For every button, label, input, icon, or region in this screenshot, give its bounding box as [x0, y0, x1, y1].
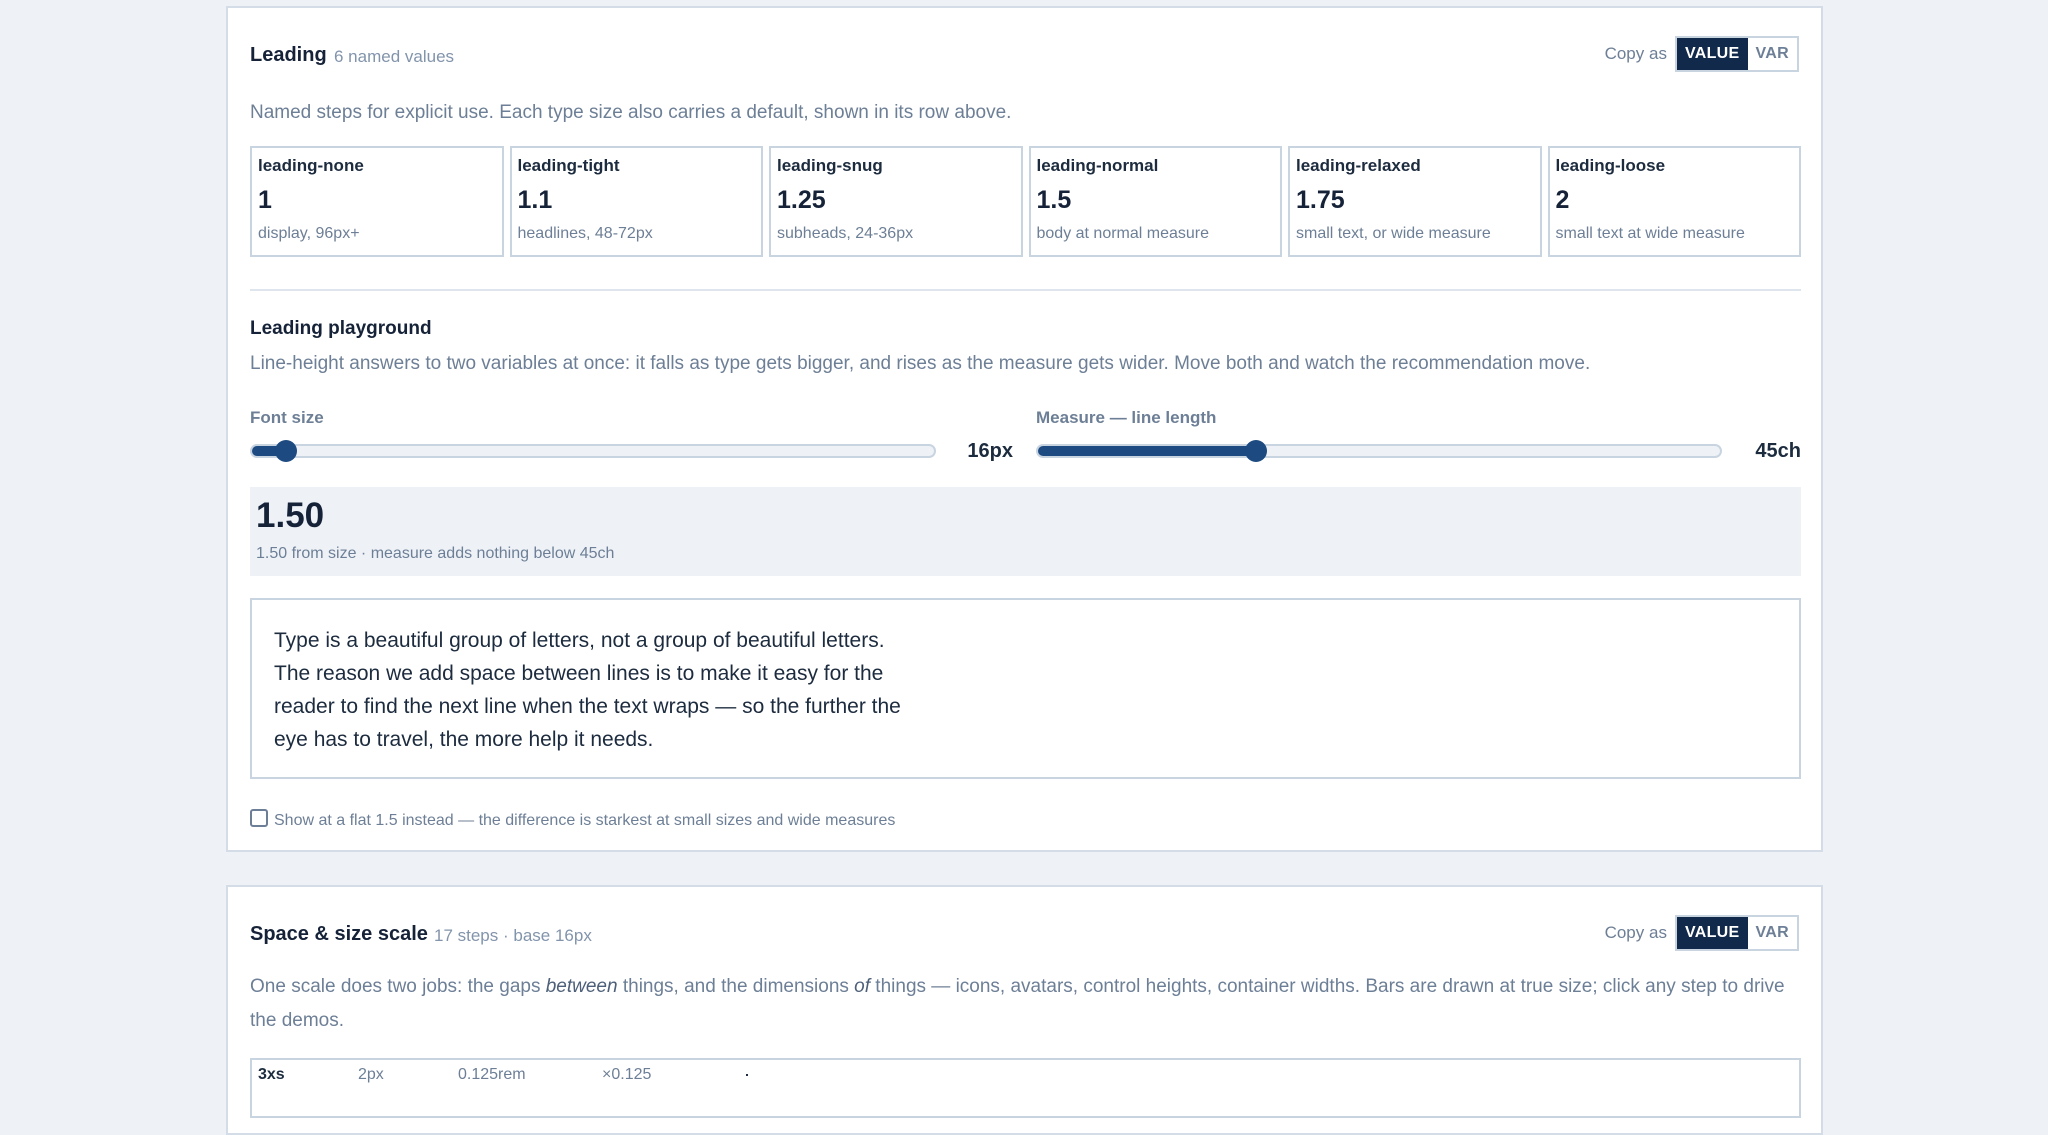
space-scale-panel: Space & size scale 17 steps · base 16px … [226, 885, 1823, 1135]
copy-as-label: Copy as [1604, 923, 1667, 942]
font-size-label: Font size [250, 408, 324, 427]
copy-value-button[interactable]: VALUE [1676, 917, 1748, 949]
playground-description: Line-height answers to two variables at … [250, 353, 1591, 374]
scale-step-bar [746, 1074, 748, 1076]
copy-as-control: Copy as VALUE VAR [1605, 36, 1799, 72]
space-description: One scale does two jobs: the gaps betwee… [250, 970, 1799, 1038]
measure-label: Measure — line length [1036, 408, 1217, 427]
copy-as-control: Copy as VALUE VAR [1605, 915, 1799, 951]
font-size-control: Font size 16px [250, 408, 1013, 468]
copy-value-button[interactable]: VALUE [1676, 38, 1748, 70]
leading-card-name: leading-loose [1555, 156, 1666, 175]
leading-title: Leading [250, 44, 327, 66]
copy-as-label: Copy as [1604, 44, 1667, 63]
leading-card-value: 1.5 [1036, 186, 1072, 214]
leading-card[interactable]: leading-none 1 display, 96px+ [250, 146, 504, 257]
leading-card-name: leading-none [258, 156, 364, 175]
leading-panel: Leading 6 named values Copy as VALUE VAR… [226, 6, 1823, 852]
measure-slider-fill [1038, 446, 1257, 456]
leading-card-value: 1.1 [517, 186, 553, 214]
copy-var-button[interactable]: VAR [1747, 38, 1797, 70]
leading-card[interactable]: leading-relaxed 1.75 small text, or wide… [1288, 146, 1542, 257]
flat-leading-toggle[interactable]: Show at a flat 1.5 instead — the differe… [250, 806, 895, 830]
leading-card[interactable]: leading-snug 1.25 subheads, 24-36px [769, 146, 1023, 257]
leading-card-note: body at normal measure [1036, 225, 1210, 242]
leading-card-note: subheads, 24-36px [777, 225, 914, 242]
leading-meta: 6 named values [334, 47, 455, 66]
leading-card-note: headlines, 48-72px [517, 225, 653, 242]
leading-description: Named steps for explicit use. Each type … [250, 102, 1012, 123]
copy-format-toggle: VALUE VAR [1674, 915, 1799, 951]
leading-card-value: 1.25 [777, 186, 826, 214]
font-size-slider[interactable] [250, 440, 936, 462]
leading-card-note: display, 96px+ [258, 225, 360, 242]
space-description-emphasis: between [545, 976, 618, 997]
leading-card-name: leading-relaxed [1296, 156, 1421, 175]
playground-title: Leading playground [250, 318, 432, 339]
flat-leading-checkbox[interactable] [250, 809, 268, 827]
font-size-value: 16px [967, 440, 1013, 462]
space-title: Space & size scale [250, 923, 428, 945]
sample-text-box: Type is a beautiful group of letters, no… [250, 598, 1801, 779]
scale-step-name: 3xs [258, 1066, 285, 1083]
flat-leading-label: Show at a flat 1.5 instead — the differe… [274, 812, 896, 829]
space-meta: 17 steps · base 16px [434, 926, 592, 945]
section-divider [250, 289, 1801, 291]
copy-var-button[interactable]: VAR [1747, 917, 1797, 949]
measure-control: Measure — line length 45ch [1036, 408, 1801, 468]
leading-card[interactable]: leading-normal 1.5 body at normal measur… [1028, 146, 1282, 257]
space-header: Space & size scale 17 steps · base 16px … [250, 915, 1799, 955]
leading-card-value: 2 [1555, 186, 1570, 214]
scale-step-rem: 0.125rem [458, 1066, 526, 1083]
copy-format-toggle: VALUE VAR [1674, 36, 1799, 72]
scale-step-px: 2px [358, 1066, 384, 1083]
leading-card-note: small text at wide measure [1555, 225, 1745, 242]
leading-card-name: leading-normal [1036, 156, 1159, 175]
measure-slider-thumb[interactable] [1245, 440, 1268, 462]
leading-recommendation: 1.50 1.50 from size · measure adds nothi… [250, 487, 1801, 576]
leading-card-value: 1.75 [1296, 186, 1345, 214]
leading-card-value: 1 [258, 186, 272, 214]
recommended-leading-value: 1.50 [256, 496, 325, 535]
leading-header: Leading 6 named values Copy as VALUE VAR [250, 36, 1799, 76]
leading-card-note: small text, or wide measure [1296, 225, 1491, 242]
sample-paragraph: Type is a beautiful group of letters, no… [274, 629, 901, 751]
space-scale-table: 3xs 2px 0.125rem ×0.125 [250, 1058, 1801, 1118]
space-description-text: things, and the dimensions [617, 976, 855, 997]
measure-value: 45ch [1755, 440, 1801, 462]
scale-step-ratio: ×0.125 [602, 1066, 652, 1083]
space-description-text: One scale does two jobs: the gaps [250, 976, 546, 997]
measure-slider[interactable] [1036, 440, 1722, 462]
leading-card[interactable]: leading-loose 2 small text at wide measu… [1547, 146, 1801, 257]
leading-card-name: leading-snug [777, 156, 883, 175]
leading-card[interactable]: leading-tight 1.1 headlines, 48-72px [509, 146, 763, 257]
leading-card-name: leading-tight [517, 156, 620, 175]
recommendation-note: 1.50 from size · measure adds nothing be… [256, 545, 615, 562]
leading-steps-grid: leading-none 1 display, 96px+ leading-ti… [250, 146, 1801, 257]
font-size-slider-thumb[interactable] [275, 440, 298, 462]
space-description-emphasis: of [854, 976, 871, 997]
